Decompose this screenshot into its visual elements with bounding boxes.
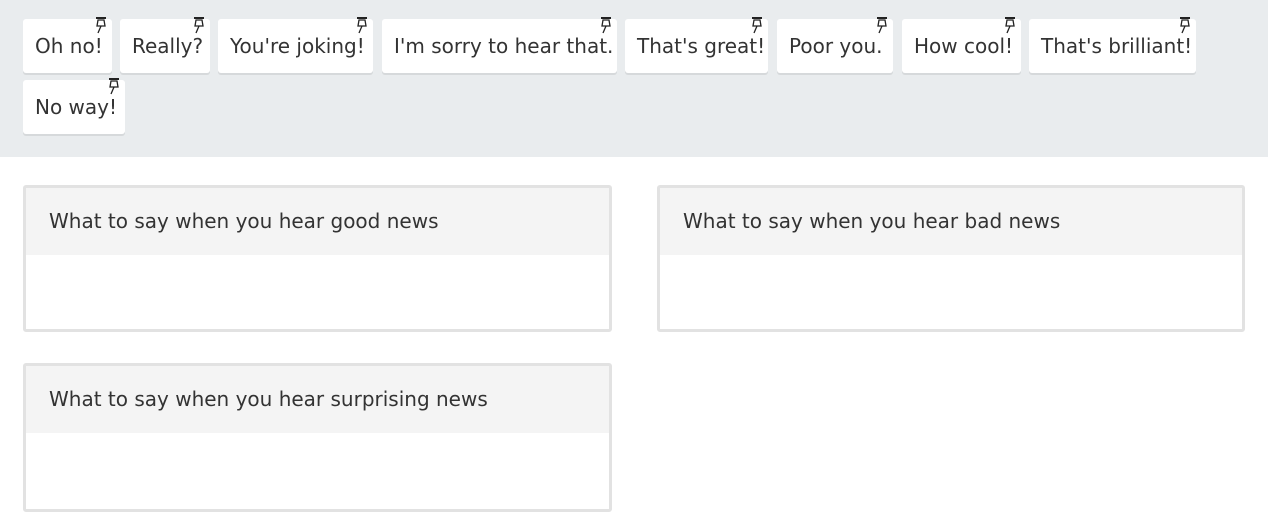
chip-label: I'm sorry to hear that.: [394, 34, 614, 58]
pushpin-icon: [874, 16, 890, 36]
draggable-chip[interactable]: Really?: [120, 16, 210, 73]
draggable-chip[interactable]: That's great!: [625, 16, 768, 73]
pushpin-icon: [1177, 16, 1193, 36]
pushpin-icon: [191, 16, 207, 36]
chip-label: That's brilliant!: [1041, 34, 1193, 58]
pushpin-icon: [1002, 16, 1018, 36]
drop-zone[interactable]: [26, 255, 609, 329]
pushpin-icon: [749, 16, 765, 36]
chip-label: That's great!: [637, 34, 766, 58]
pushpin-icon: [106, 77, 122, 97]
draggable-chip[interactable]: Poor you.: [777, 16, 893, 73]
draggable-chip[interactable]: How cool!: [902, 16, 1021, 73]
chip-label: Oh no!: [35, 34, 103, 58]
chip-label: Really?: [132, 34, 204, 58]
chip-label: How cool!: [914, 34, 1014, 58]
category-title: What to say when you hear good news: [26, 188, 609, 255]
draggable-chip[interactable]: That's brilliant!: [1029, 16, 1196, 73]
drop-zone[interactable]: [660, 255, 1242, 329]
category-title: What to say when you hear bad news: [660, 188, 1242, 255]
category-good-news: What to say when you hear good news: [23, 185, 612, 332]
category-surprising-news: What to say when you hear surprising new…: [23, 363, 612, 512]
word-bank: Oh no! Really? You're joking! I'm sorry …: [0, 0, 1268, 157]
draggable-chip[interactable]: I'm sorry to hear that.: [382, 16, 617, 73]
draggable-chip[interactable]: You're joking!: [218, 16, 373, 73]
draggable-chip[interactable]: No way!: [23, 77, 125, 134]
pushpin-icon: [93, 16, 109, 36]
category-title: What to say when you hear surprising new…: [26, 366, 609, 433]
category-bad-news: What to say when you hear bad news: [657, 185, 1245, 332]
pushpin-icon: [598, 16, 614, 36]
chip-label: No way!: [35, 95, 118, 119]
pushpin-icon: [354, 16, 370, 36]
chip-label: You're joking!: [230, 34, 365, 58]
chip-label: Poor you.: [789, 34, 883, 58]
drop-zone[interactable]: [26, 433, 609, 509]
draggable-chip[interactable]: Oh no!: [23, 16, 112, 73]
